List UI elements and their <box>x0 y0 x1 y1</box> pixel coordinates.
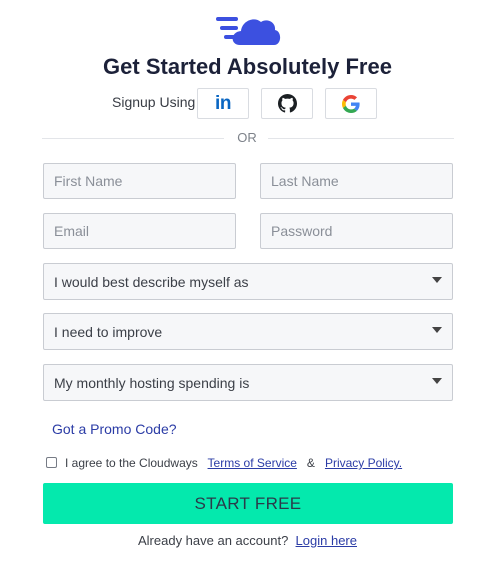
github-signup-button[interactable] <box>261 88 313 119</box>
cloudways-logo-icon <box>216 17 281 45</box>
divider-left <box>42 138 224 139</box>
terms-of-service-link[interactable]: Terms of Service <box>208 456 297 470</box>
divider-right <box>268 138 454 139</box>
page-title: Get Started Absolutely Free <box>103 54 392 79</box>
hosting-spending-select[interactable]: My monthly hosting spending is <box>43 364 453 401</box>
login-link[interactable]: Login here <box>296 533 357 548</box>
need-to-improve-select-value: I need to improve <box>54 323 163 340</box>
agree-prefix-text: I agree to the Cloudways <box>65 456 198 470</box>
privacy-policy-link[interactable]: Privacy Policy. <box>325 456 402 470</box>
github-icon <box>277 94 297 113</box>
google-icon <box>342 94 360 113</box>
describe-yourself-select[interactable]: I would best describe myself as <box>43 263 453 300</box>
agree-terms-checkbox[interactable] <box>46 457 57 468</box>
linkedin-signup-button[interactable]: in <box>197 88 249 119</box>
or-divider-text: OR <box>237 130 257 145</box>
email-input[interactable] <box>43 213 236 249</box>
promo-code-link[interactable]: Got a Promo Code? <box>52 421 177 437</box>
describe-yourself-select-value: I would best describe myself as <box>54 273 249 290</box>
already-have-account-text: Already have an account? <box>137 533 289 548</box>
already-have-account: Already have an account? Login here <box>0 533 495 548</box>
signup-using-label: Signup Using <box>112 94 196 110</box>
linkedin-icon: in <box>215 92 231 114</box>
start-free-button[interactable]: START FREE <box>43 483 453 524</box>
first-name-input[interactable] <box>43 163 236 199</box>
password-input[interactable] <box>260 213 453 249</box>
last-name-input[interactable] <box>260 163 453 199</box>
need-to-improve-select[interactable]: I need to improve <box>43 313 453 350</box>
chevron-down-icon <box>432 378 442 384</box>
chevron-down-icon <box>432 327 442 333</box>
google-signup-button[interactable] <box>325 88 377 119</box>
hosting-spending-select-value: My monthly hosting spending is <box>54 374 250 391</box>
agree-terms-text: I agree to the Cloudways Terms of Servic… <box>65 456 402 470</box>
ampersand-text: & <box>306 456 315 470</box>
chevron-down-icon <box>432 277 442 283</box>
